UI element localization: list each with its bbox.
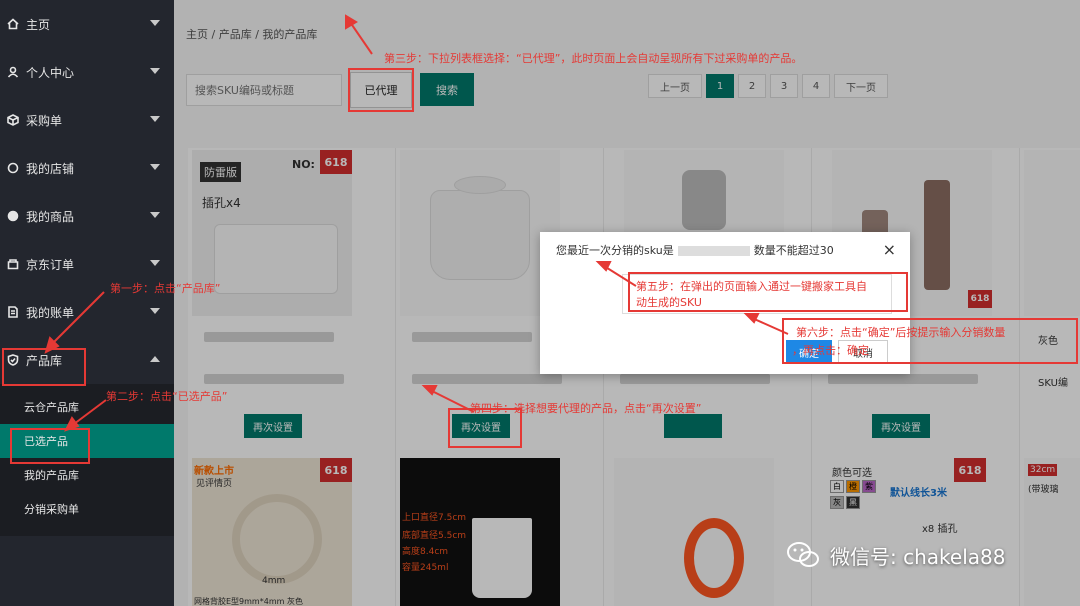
nav-purchase[interactable]: 采购单 (0, 96, 174, 144)
nav-home[interactable]: 主页 (0, 0, 174, 48)
nav-purchase-label: 采购单 (26, 113, 63, 128)
nav-profile[interactable]: 个人中心 (0, 48, 174, 96)
modal-title-text: 您最近一次分销的sku是 (556, 244, 674, 257)
nav-goods[interactable]: 我的商品 (0, 192, 174, 240)
nav-bills-label: 我的账单 (26, 305, 75, 320)
highlight-selected-products (10, 428, 90, 464)
blurred-sku (677, 246, 750, 256)
bill-icon (6, 305, 20, 319)
chevron-down-icon (150, 116, 160, 122)
sub-distribution-orders[interactable]: 分销采购单 (0, 492, 174, 526)
chevron-down-icon (150, 164, 160, 170)
goods-icon (6, 209, 20, 223)
chevron-up-icon (150, 356, 160, 362)
step5-annotation: 第五步：在弹出的页面输入通过一键搬家工具自 (636, 280, 867, 293)
step6-annotation: 第六步：点击“确定”后按提示输入分销数量 (796, 326, 1006, 339)
step2-annotation: 第二步：点击“已选产品” (106, 390, 228, 403)
box-icon (6, 113, 20, 127)
home-icon (6, 17, 20, 31)
chevron-down-icon (150, 308, 160, 314)
step3-annotation: 第三步：下拉列表框选择：“已代理”，此时页面上会自动呈现所有下过采购单的产品。 (384, 52, 803, 65)
highlight-select (348, 68, 414, 112)
step4-annotation: 第四步：选择想要代理的产品，点击“再次设置” (470, 402, 702, 415)
step6-annotation-cont: ，再点击：确定 (792, 344, 869, 357)
chevron-down-icon (150, 68, 160, 74)
wechat-icon (786, 540, 820, 570)
highlight-product-library (2, 348, 86, 386)
wechat-watermark: 微信号: chakela88 (786, 540, 1005, 570)
chevron-down-icon (150, 20, 160, 26)
nav-goods-label: 我的商品 (26, 209, 75, 224)
step1-annotation: 第一步：点击“产品库” (110, 282, 221, 295)
close-icon[interactable]: × (883, 240, 896, 259)
watermark-text: 微信号: chakela88 (830, 544, 1006, 569)
nav-store[interactable]: 我的店铺 (0, 144, 174, 192)
sidebar: 主页 个人中心 采购单 我的店铺 我的商品 京东订单 我的账单 产品库 云仓产品… (0, 0, 174, 606)
nav-jd-orders-label: 京东订单 (26, 257, 75, 272)
chevron-down-icon (150, 260, 160, 266)
user-icon (6, 65, 20, 79)
order-icon (6, 257, 20, 271)
chevron-down-icon (150, 212, 160, 218)
step5-annotation-cont: 动生成的SKU (636, 296, 702, 309)
modal-title-tail: 数量不能超过30 (753, 244, 834, 257)
modal-title: 您最近一次分销的sku是 数量不能超过30 (556, 242, 834, 258)
store-icon (6, 161, 20, 175)
nav-home-label: 主页 (26, 17, 51, 32)
nav-profile-label: 个人中心 (26, 65, 75, 80)
nav-store-label: 我的店铺 (26, 161, 75, 176)
